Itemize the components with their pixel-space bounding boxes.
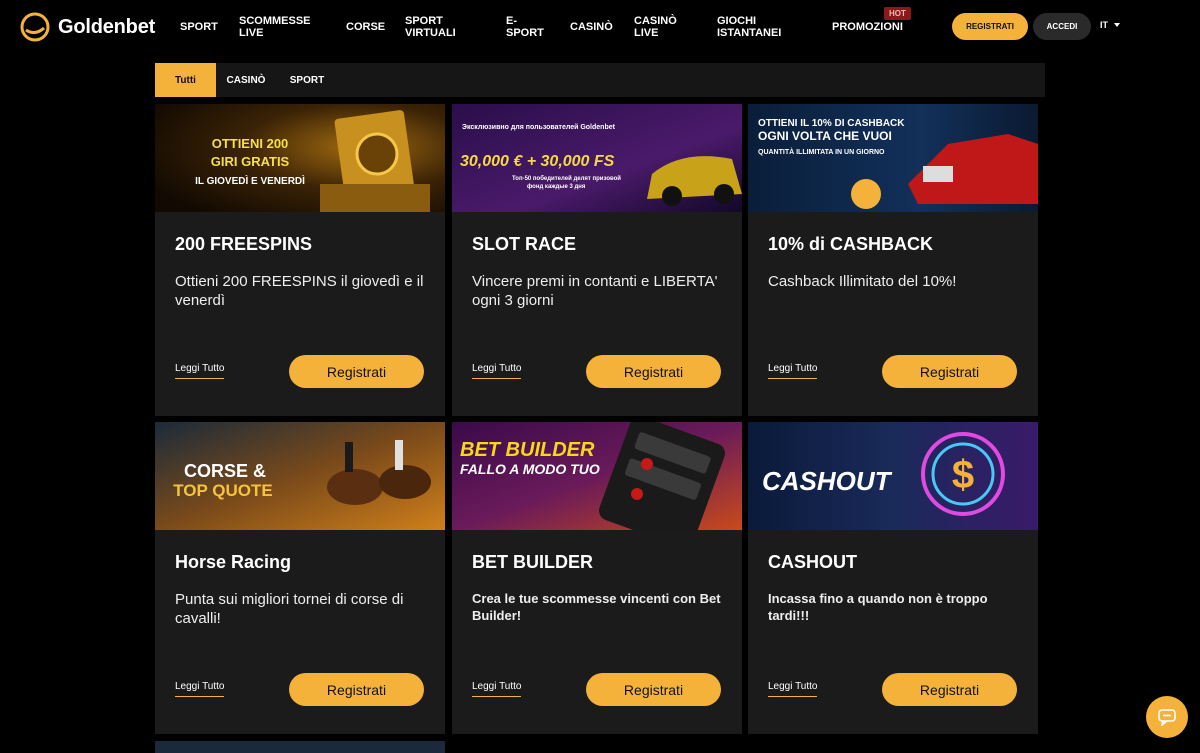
banner-line: FALLO A MODO TUO xyxy=(460,461,600,477)
register-button[interactable]: Registrati xyxy=(289,673,424,706)
banner-line: IL GIOVEDÌ E VENERDÌ xyxy=(195,174,305,187)
promo-card-horse-racing: CORSE & TOP QUOTE Horse Racing Punta sui… xyxy=(155,422,445,734)
top-navigation-bar: Goldenbet SPORT SCOMMESSE LIVE CORSE SPO… xyxy=(0,0,1200,54)
chat-button[interactable] xyxy=(1146,696,1188,738)
banner-line: CORSE & xyxy=(184,461,266,481)
promo-title: CASHOUT xyxy=(768,552,857,572)
filter-tab-sport[interactable]: SPORT xyxy=(276,63,338,97)
read-more-link[interactable]: Leggi Tutto xyxy=(175,363,225,379)
promo-card-cashback: OTTIENI IL 10% DI CASHBACK OGNI VOLTA CH… xyxy=(748,104,1038,416)
register-button[interactable]: Registrati xyxy=(586,673,721,706)
promo-card-peek xyxy=(155,741,445,753)
banner-line: OTTIENI IL 10% DI CASHBACK xyxy=(758,118,905,129)
banner-line: OTTIENI 200 xyxy=(212,136,289,151)
promo-card-cashout: $ CASHOUT CASHOUT Incassa fino a quando … xyxy=(748,422,1038,734)
nav-sport-virtuali[interactable]: SPORT VIRTUALI xyxy=(405,0,460,54)
promo-banner-cashout[interactable]: $ CASHOUT xyxy=(748,422,1038,530)
filter-tab-casino[interactable]: CASINÒ xyxy=(216,63,276,97)
banner-line: Топ-50 победителей делят призовой xyxy=(512,175,621,182)
promo-title: 10% di CASHBACK xyxy=(768,234,934,254)
promo-banner-bet-builder[interactable]: BET BUILDER FALLO A MODO TUO xyxy=(452,422,742,530)
nav-corse[interactable]: CORSE xyxy=(346,0,385,54)
register-button[interactable]: Registrati xyxy=(882,673,1017,706)
brand-name: Goldenbet xyxy=(58,15,156,38)
promo-description: Cashback Illimitato del 10%! xyxy=(768,273,957,290)
read-more-link[interactable]: Leggi Tutto xyxy=(175,681,225,697)
banner-line: OGNI VOLTA CHE VUOI xyxy=(758,129,892,143)
read-more-link[interactable]: Leggi Tutto xyxy=(768,363,818,379)
promo-description: Punta sui migliori tornei di corse di ca… xyxy=(175,591,404,627)
promo-card-slot-race: Эксклюзивно для пользователей Goldenbet … xyxy=(452,104,742,416)
promo-description: Incassa fino a quando non è troppo tardi… xyxy=(768,591,988,623)
read-more-link[interactable]: Leggi Tutto xyxy=(472,363,522,379)
nav-giochi-istantanei[interactable]: GIOCHI ISTANTANEI xyxy=(717,0,787,54)
promo-description: Vincere premi in contanti e LIBERTA' ogn… xyxy=(472,273,718,309)
read-more-link[interactable]: Leggi Tutto xyxy=(768,681,818,697)
nav-casino-live[interactable]: CASINÒ LIVE xyxy=(634,0,679,54)
hot-badge: HOT xyxy=(884,7,911,20)
banner-line: TOP QUOTE xyxy=(173,481,273,500)
brand-logo[interactable]: Goldenbet xyxy=(20,12,155,42)
promo-title: Horse Racing xyxy=(175,552,292,572)
register-button[interactable]: Registrati xyxy=(586,355,721,388)
register-button[interactable]: Registrati xyxy=(289,355,424,388)
banner-line: Эксклюзивно для пользователей Goldenbet xyxy=(462,123,616,131)
svg-text:$: $ xyxy=(952,453,974,497)
banner-line: CASHOUT xyxy=(762,466,893,496)
promo-title: 200 FREESPINS xyxy=(175,234,313,254)
banner-line: QUANTITÀ ILLIMITATA IN UN GIORNO xyxy=(758,147,885,156)
banner-line: 30,000 € + 30,000 FS xyxy=(460,153,615,170)
chat-icon xyxy=(1158,709,1176,726)
nav-sport[interactable]: SPORT xyxy=(180,0,218,54)
read-more-link[interactable]: Leggi Tutto xyxy=(472,681,522,697)
promo-title: BET BUILDER xyxy=(472,552,593,572)
chevron-down-icon xyxy=(1114,23,1120,27)
banner-line: фонд каждые 3 дня xyxy=(527,183,586,190)
promo-description: Crea le tue scommesse vincenti con Bet B… xyxy=(472,591,721,623)
filter-tab-tutti[interactable]: Tutti xyxy=(155,63,216,97)
promo-card-freespins: OTTIENI 200 GIRI GRATIS IL GIOVEDÌ E VEN… xyxy=(155,104,445,416)
language-selector[interactable]: IT xyxy=(1100,20,1120,30)
promo-card-bet-builder: BET BUILDER FALLO A MODO TUO BET BUILDER… xyxy=(452,422,742,734)
promo-banner-horse-racing[interactable]: CORSE & TOP QUOTE xyxy=(155,422,445,530)
promotion-filter-bar: Tutti CASINÒ SPORT xyxy=(155,63,1045,97)
banner-line: BET BUILDER xyxy=(460,439,595,461)
promo-banner-cashback[interactable]: OTTIENI IL 10% DI CASHBACK OGNI VOLTA CH… xyxy=(748,104,1038,212)
goldenbet-logo-icon xyxy=(20,12,50,42)
register-button[interactable]: Registrati xyxy=(882,355,1017,388)
banner-line: GIRI GRATIS xyxy=(211,154,290,169)
register-button[interactable]: REGISTRATI xyxy=(952,13,1028,40)
language-label: IT xyxy=(1100,20,1108,30)
nav-e-sport[interactable]: E-SPORT xyxy=(506,0,546,54)
promo-description: Ottieni 200 FREESPINS il giovedì e il ve… xyxy=(175,273,424,309)
promo-title: SLOT RACE xyxy=(472,234,577,254)
login-button[interactable]: ACCEDI xyxy=(1033,13,1091,40)
nav-scommesse-live[interactable]: SCOMMESSE LIVE xyxy=(239,0,311,54)
nav-casino[interactable]: CASINÒ xyxy=(570,0,613,54)
promo-banner-slot-race[interactable]: Эксклюзивно для пользователей Goldenbet … xyxy=(452,104,742,212)
promo-banner-freespins[interactable]: OTTIENI 200 GIRI GRATIS IL GIOVEDÌ E VEN… xyxy=(155,104,445,212)
